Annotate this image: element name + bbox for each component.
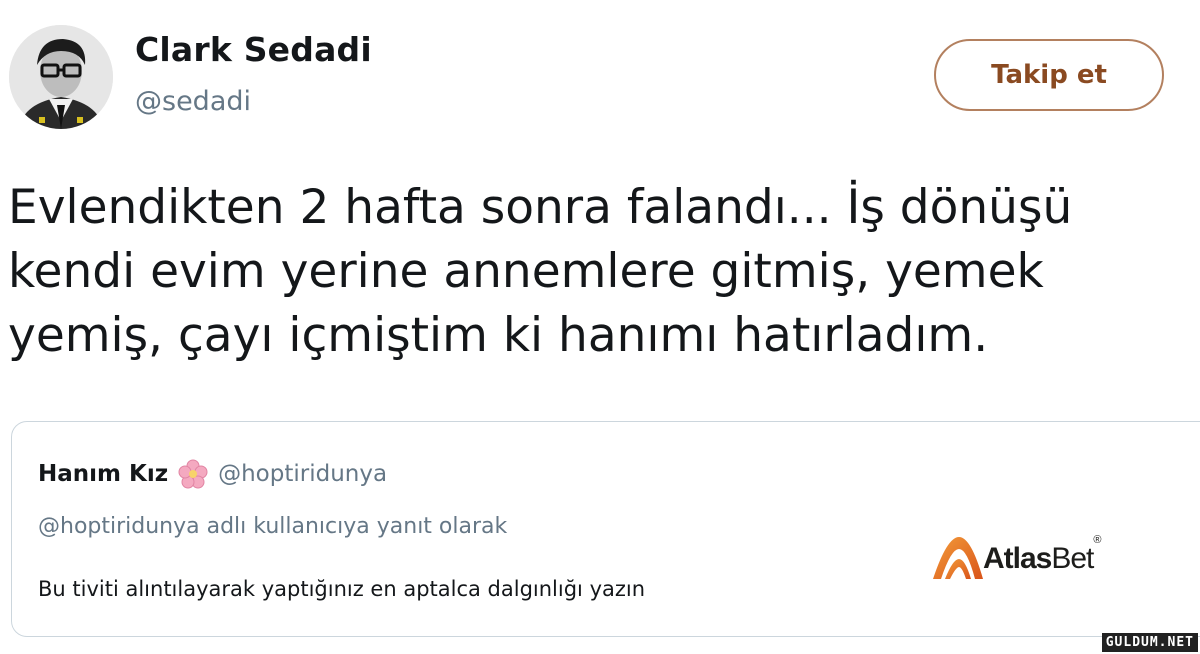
reply-context[interactable]: @hoptiridunya adlı kullanıcıya yanıt ola…	[38, 514, 507, 539]
follow-button[interactable]: Takip et	[934, 39, 1164, 111]
quoted-tweet-text: Bu tiviti alıntılayarak yaptığınız en ap…	[38, 577, 646, 601]
author-name[interactable]: Clark Sedadi	[135, 30, 372, 69]
quoted-author-handle: @hoptiridunya	[218, 461, 388, 487]
avatar[interactable]	[9, 25, 113, 129]
brand-bold: Atlas	[983, 542, 1052, 575]
quoted-tweet-header: Hanım Kız @hoptiridunya	[38, 459, 387, 489]
quoted-author-name: Hanım Kız	[38, 461, 169, 487]
cherry-blossom-icon	[178, 459, 208, 489]
author-handle[interactable]: @sedadi	[135, 86, 251, 117]
profile-photo	[9, 25, 113, 129]
atlasbet-logo: AtlasBet®	[929, 532, 1129, 584]
quoted-tweet-card[interactable]: Hanım Kız @hoptiridunya @hoptiridunya ad…	[11, 421, 1200, 637]
brand-regular: Bet	[1051, 542, 1094, 575]
tweet-text: Evlendikten 2 hafta sonra falandı... İş …	[8, 180, 1073, 363]
site-watermark: GULDUM.NET	[1101, 633, 1198, 652]
atlasbet-arch-icon	[933, 537, 983, 579]
registered-mark: ®	[1093, 534, 1101, 546]
atlasbet-wordmark: AtlasBet®	[983, 534, 1102, 576]
